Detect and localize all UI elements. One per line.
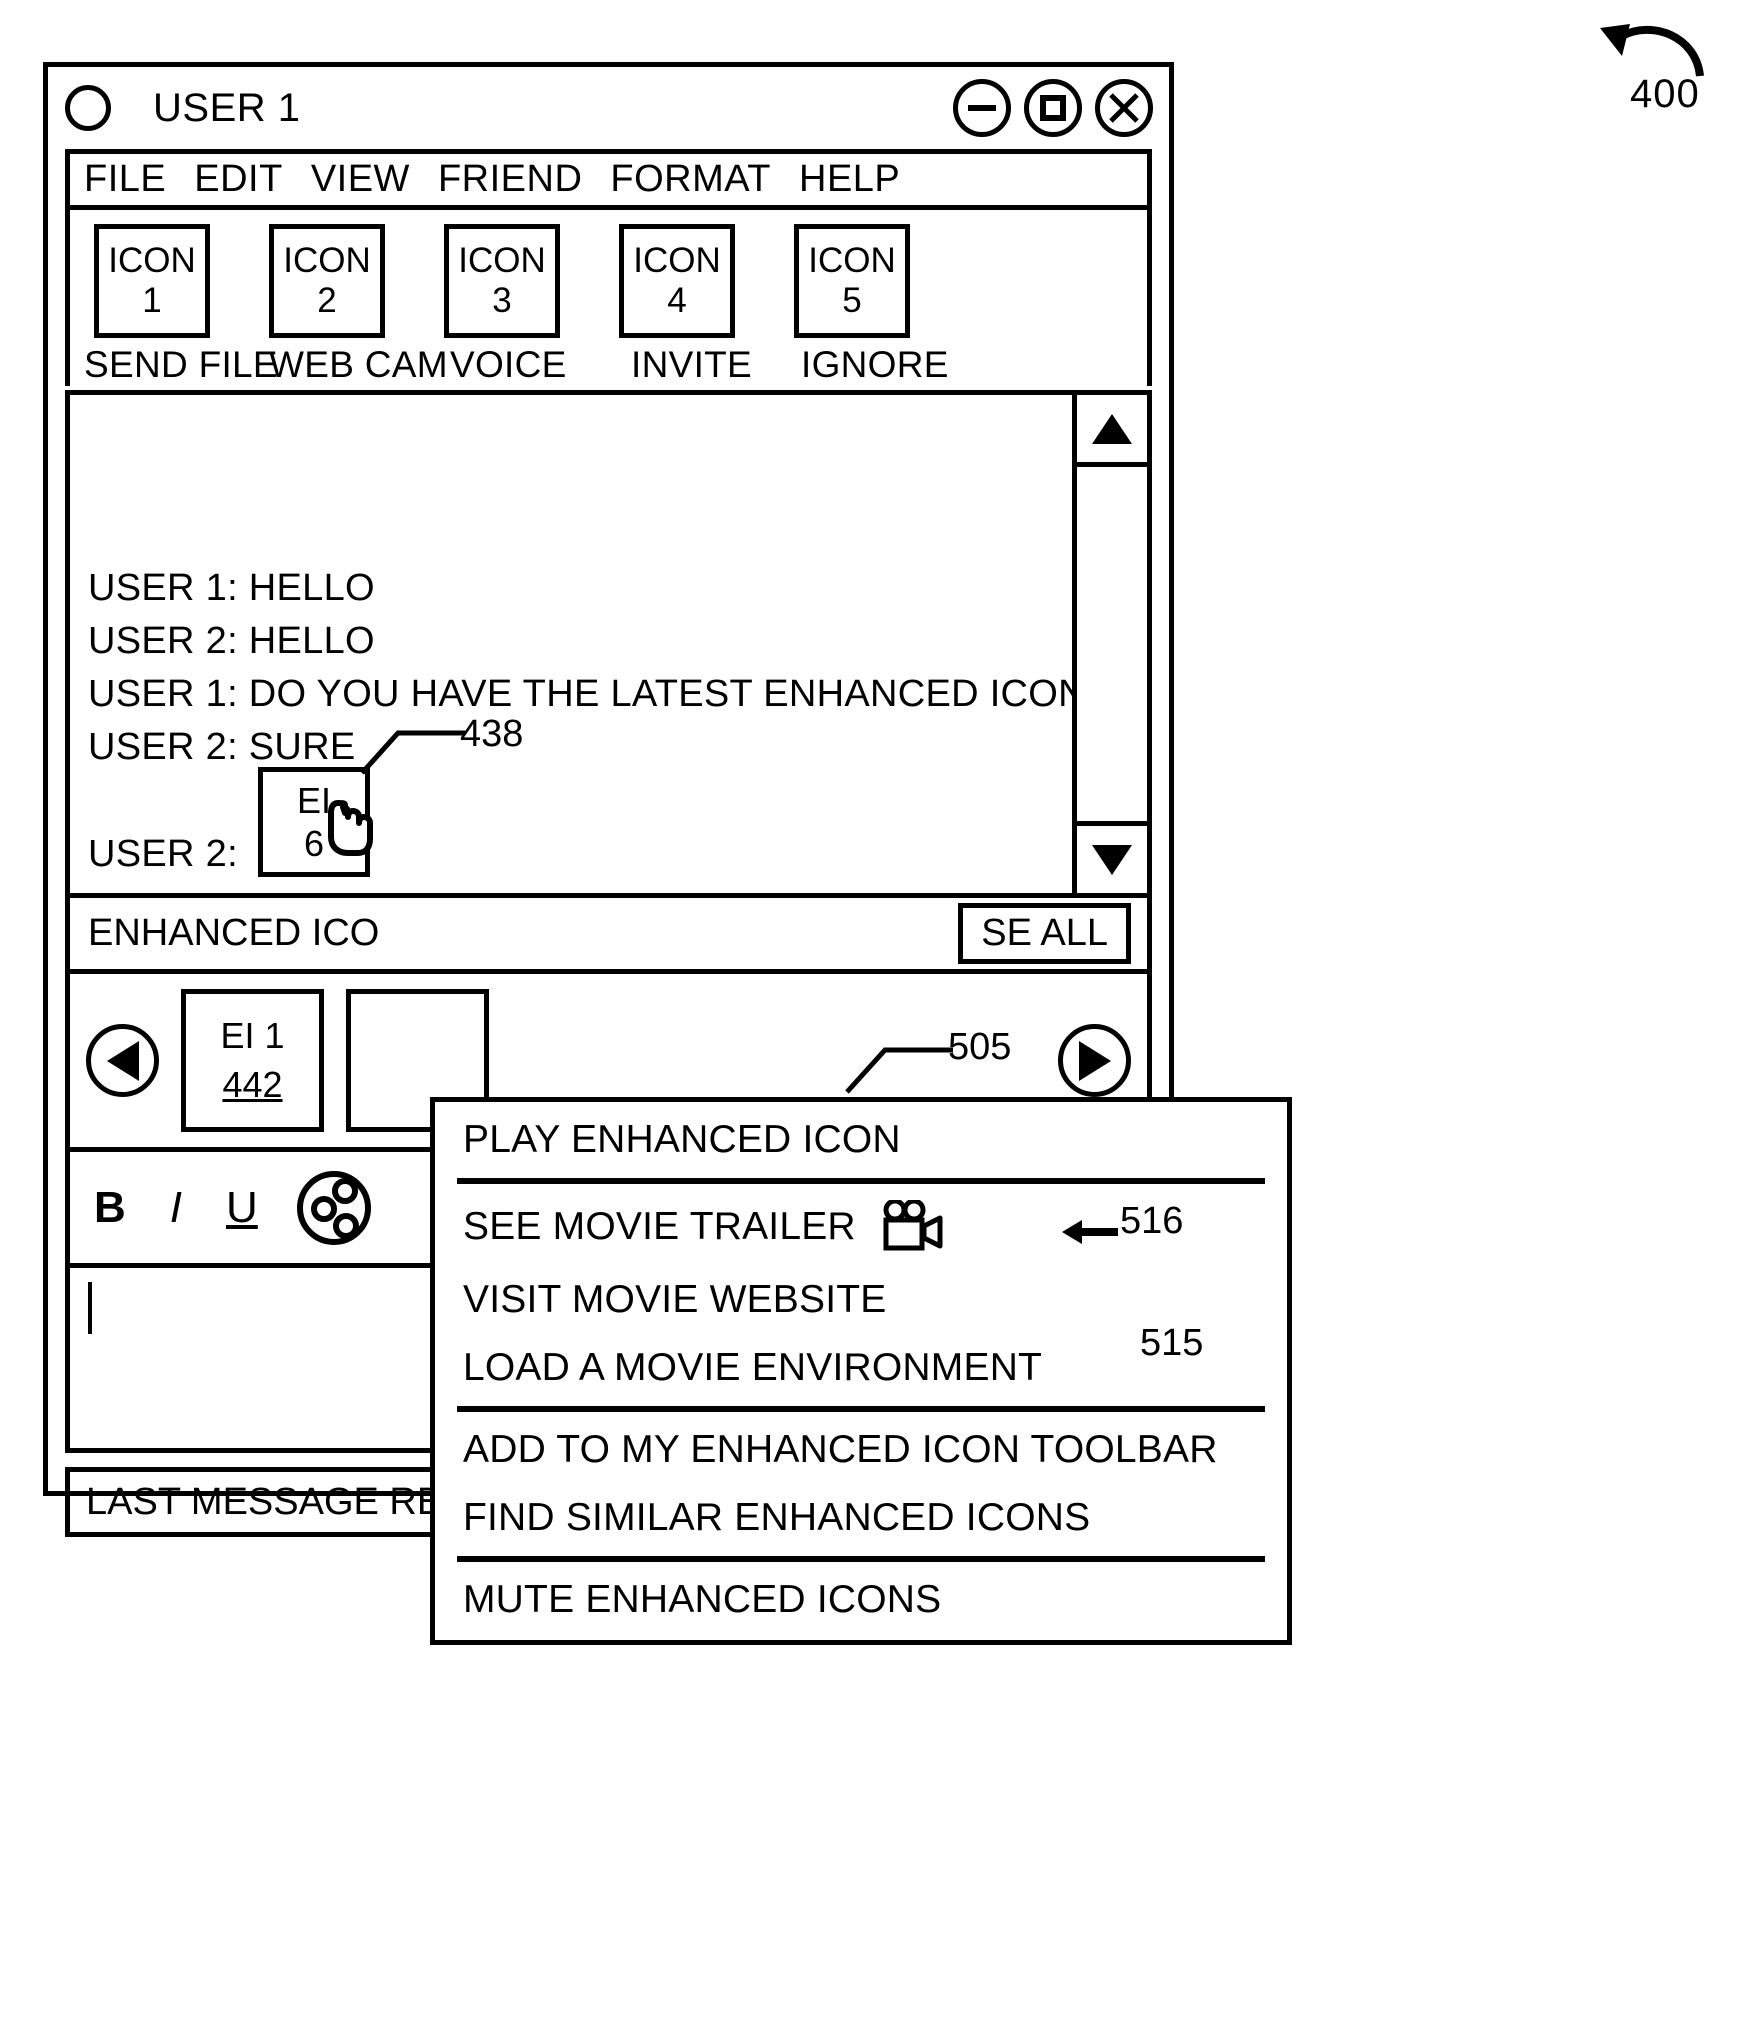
context-menu-item-mute-enhanced-icons[interactable]: MUTE ENHANCED ICONS — [435, 1566, 1287, 1634]
window-controls — [953, 79, 1153, 137]
triangle-up-icon — [1092, 413, 1132, 444]
callout-leader-505 — [845, 1047, 953, 1094]
context-menu-item-find-similar-enhanced-icons[interactable]: FIND SIMILAR ENHANCED ICONS — [435, 1484, 1287, 1552]
toolbar-button-invite[interactable]: ICON 4 — [619, 224, 735, 338]
context-menu-item-label: SEE MOVIE TRAILER — [463, 1205, 856, 1248]
window-title: USER 1 — [153, 85, 301, 130]
toolbar-label-voice: VOICE — [450, 344, 567, 385]
icon-toolbar: ICON 1 ICON 2 ICON 3 ICON 4 ICON 5 SEND … — [65, 205, 1152, 386]
chat-message: USER 2: SURE — [88, 726, 356, 768]
chat-message: USER 2: HELLO — [88, 620, 375, 662]
text-caret — [88, 1282, 92, 1334]
callout-number-438: 438 — [460, 713, 524, 755]
enhanced-icon-panel-header: ENHANCED ICO SE ALL — [65, 898, 1152, 974]
patent-figure-page: 400 USER 1 FILE EDIT VIEW FRIEND FORMAT … — [0, 0, 1742, 2032]
underline-button[interactable]: U — [226, 1183, 258, 1233]
toolbar-label-send-file: SEND FILE — [84, 344, 278, 385]
context-menu-item-label: FIND SIMILAR ENHANCED ICONS — [463, 1496, 1091, 1539]
toolbar-button-ignore[interactable]: ICON 5 — [794, 224, 910, 338]
context-menu-separator — [457, 1406, 1265, 1412]
context-menu-item-add-to-my-enhanced-icon-toolbar[interactable]: ADD TO MY ENHANCED ICON TOOLBAR — [435, 1416, 1287, 1484]
toolbar-icon-label-line1: ICON — [633, 240, 721, 280]
toolbar-label-web-cam: WEB CAM — [269, 344, 448, 385]
toolbar-label-ignore: IGNORE — [801, 344, 949, 385]
toolbar-button-send-file[interactable]: ICON 1 — [94, 224, 210, 338]
triangle-down-icon — [1092, 844, 1132, 875]
toolbar-icon-label-line2: 1 — [142, 281, 162, 320]
enhanced-icon-context-menu: PLAY ENHANCED ICON SEE MOVIE TRAILER VIS… — [430, 1097, 1292, 1645]
menu-item-edit[interactable]: EDIT — [194, 158, 283, 201]
callout-number-515: 515 — [1140, 1322, 1204, 1364]
chat-transcript-panel: USER 1: HELLO USER 2: HELLO USER 1: DO Y… — [65, 390, 1152, 898]
toolbar-icon-label-line2: 2 — [317, 281, 337, 320]
pointing-hand-cursor-icon — [328, 800, 373, 856]
minus-icon — [968, 105, 996, 111]
menu-item-file[interactable]: FILE — [84, 158, 166, 201]
toolbar-icon-label-line1: ICON — [458, 240, 546, 280]
context-menu-item-label: MUTE ENHANCED ICONS — [463, 1578, 942, 1621]
carousel-prev-button[interactable] — [86, 1024, 159, 1097]
context-menu-item-label: LOAD A MOVIE ENVIRONMENT — [463, 1346, 1043, 1389]
enhanced-icon-cell-number: 442 — [222, 1063, 283, 1105]
chat-message: USER 1: DO YOU HAVE THE LATEST ENHANCED … — [88, 673, 1072, 715]
menu-item-friend[interactable]: FRIEND — [438, 158, 582, 201]
toolbar-icon-label-line1: ICON — [808, 240, 896, 280]
emoticon-palette-icon[interactable] — [296, 1170, 372, 1246]
context-menu-item-play-enhanced-icon[interactable]: PLAY ENHANCED ICON — [435, 1106, 1287, 1174]
title-bar: USER 1 — [48, 67, 1169, 149]
figure-reference-number: 400 — [1630, 72, 1700, 116]
close-button[interactable] — [1095, 79, 1153, 137]
menu-item-help[interactable]: HELP — [799, 158, 900, 201]
circle-avatar-icon — [65, 85, 111, 131]
enhanced-icon-cell[interactable]: EI 1 442 — [181, 989, 324, 1132]
x-icon — [1109, 93, 1139, 123]
chat-message: USER 1: HELLO — [88, 567, 375, 609]
context-menu-separator — [457, 1178, 1265, 1184]
chat-message: USER 2: — [88, 833, 238, 875]
context-menu-item-label: VISIT MOVIE WEBSITE — [463, 1278, 887, 1321]
context-menu-item-label: ADD TO MY ENHANCED ICON TOOLBAR — [463, 1428, 1218, 1471]
movie-camera-icon — [883, 1200, 943, 1251]
enhanced-icon-panel-title: ENHANCED ICO — [88, 912, 380, 954]
browse-all-button[interactable]: SE ALL — [958, 903, 1131, 964]
context-menu-item-label: PLAY ENHANCED ICON — [463, 1118, 901, 1161]
toolbar-button-web-cam[interactable]: ICON 2 — [269, 224, 385, 338]
enhanced-icon-cell-label: EI 1 — [220, 1014, 285, 1056]
toolbar-icon-label-line2: 4 — [667, 281, 687, 320]
toolbar-label-invite: INVITE — [631, 344, 753, 385]
menu-item-format[interactable]: FORMAT — [610, 158, 771, 201]
triangle-right-icon — [1078, 1040, 1111, 1081]
chat-scrollbar[interactable] — [1072, 395, 1147, 893]
context-menu-separator — [457, 1556, 1265, 1562]
toolbar-icon-label-line2: 3 — [492, 281, 512, 320]
menu-bar: FILE EDIT VIEW FRIEND FORMAT HELP — [65, 149, 1152, 205]
bold-button[interactable]: B — [94, 1183, 126, 1233]
callout-number-505: 505 — [948, 1026, 1012, 1068]
callout-arrow-516-icon — [1062, 1220, 1118, 1244]
scroll-up-button[interactable] — [1077, 395, 1147, 467]
triangle-left-icon — [106, 1040, 139, 1081]
toolbar-icon-label-line2: 5 — [842, 281, 862, 320]
maximize-button[interactable] — [1024, 79, 1082, 137]
minimize-button[interactable] — [953, 79, 1011, 137]
scrollbar-track[interactable] — [1077, 467, 1147, 821]
toolbar-icon-label-line1: ICON — [283, 240, 371, 280]
toolbar-icon-label-line1: ICON — [108, 240, 196, 280]
callout-number-516: 516 — [1120, 1200, 1184, 1242]
carousel-next-button[interactable] — [1058, 1024, 1131, 1097]
menu-item-view[interactable]: VIEW — [311, 158, 410, 201]
scroll-down-button[interactable] — [1077, 821, 1147, 893]
italic-button[interactable]: I — [170, 1183, 182, 1233]
toolbar-button-voice[interactable]: ICON 3 — [444, 224, 560, 338]
chat-message-list: USER 1: HELLO USER 2: HELLO USER 1: DO Y… — [70, 395, 1072, 893]
square-icon — [1040, 95, 1066, 121]
